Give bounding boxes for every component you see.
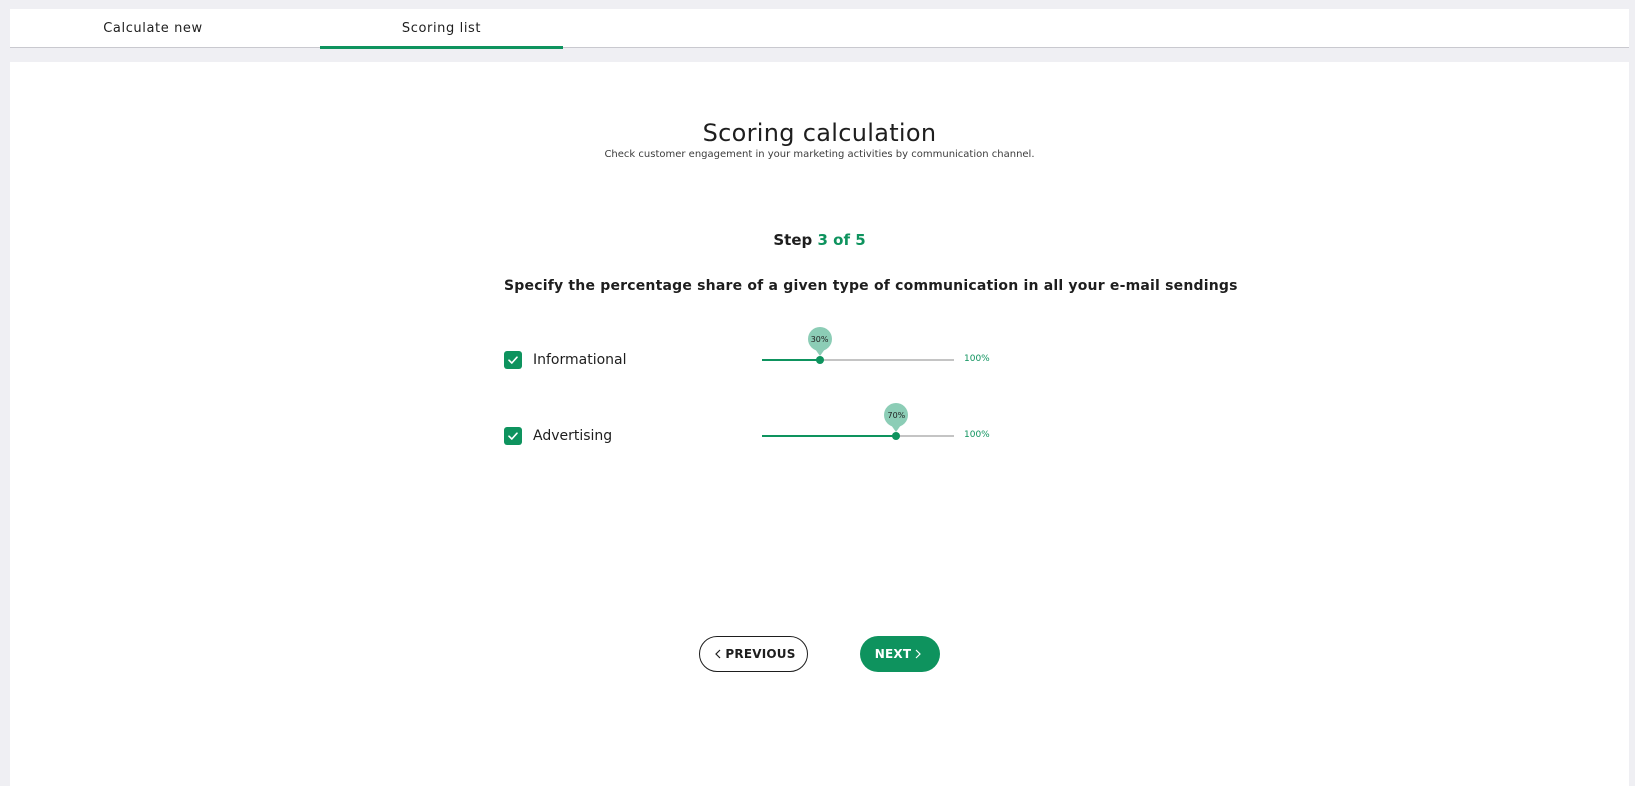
page-subtitle: Check customer engagement in your market…	[604, 149, 1035, 160]
check-icon	[508, 432, 518, 440]
slider-fill	[762, 435, 897, 437]
step-indicator: Step 3 of 5	[10, 231, 1629, 249]
tab-scoring-list[interactable]: Scoring list	[320, 9, 563, 49]
previous-button[interactable]: PREVIOUS	[699, 636, 808, 672]
informational-checkbox[interactable]	[504, 351, 522, 369]
step-prefix: Step	[773, 231, 813, 249]
chevron-right-icon	[915, 649, 922, 659]
page-title: Scoring calculation	[702, 119, 937, 147]
question-text: Specify the percentage share of a given …	[504, 278, 1238, 294]
advertising-slider[interactable]: 70%	[762, 403, 954, 440]
slider-value-bubble: 70%	[884, 403, 909, 432]
option-row-advertising: Advertising 70% 100%	[504, 403, 1004, 456]
main-panel: Scoring calculation Check customer engag…	[10, 62, 1629, 786]
informational-label: Informational	[533, 352, 627, 368]
slider-fill	[762, 359, 820, 361]
slider-thumb[interactable]	[892, 432, 901, 440]
slider-thumb[interactable]	[815, 356, 824, 364]
next-button-label: NEXT	[874, 647, 912, 661]
slider-max-label: 100%	[964, 354, 990, 364]
advertising-label: Advertising	[533, 428, 613, 444]
next-button[interactable]: NEXT	[860, 636, 940, 672]
tab-bar: Calculate new Scoring list	[10, 9, 1629, 49]
slider-max-label: 100%	[964, 430, 990, 440]
advertising-checkbox[interactable]	[504, 427, 522, 445]
step-progress: 3 of 5	[817, 231, 866, 249]
check-icon	[508, 356, 518, 364]
previous-button-label: PREVIOUS	[725, 647, 796, 661]
slider-value-bubble: 30%	[807, 327, 832, 356]
option-row-informational: Informational 30% 100%	[504, 327, 1004, 380]
informational-slider[interactable]: 30%	[762, 327, 954, 364]
tab-calculate-new[interactable]: Calculate new	[10, 9, 296, 48]
chevron-left-icon	[715, 649, 721, 659]
